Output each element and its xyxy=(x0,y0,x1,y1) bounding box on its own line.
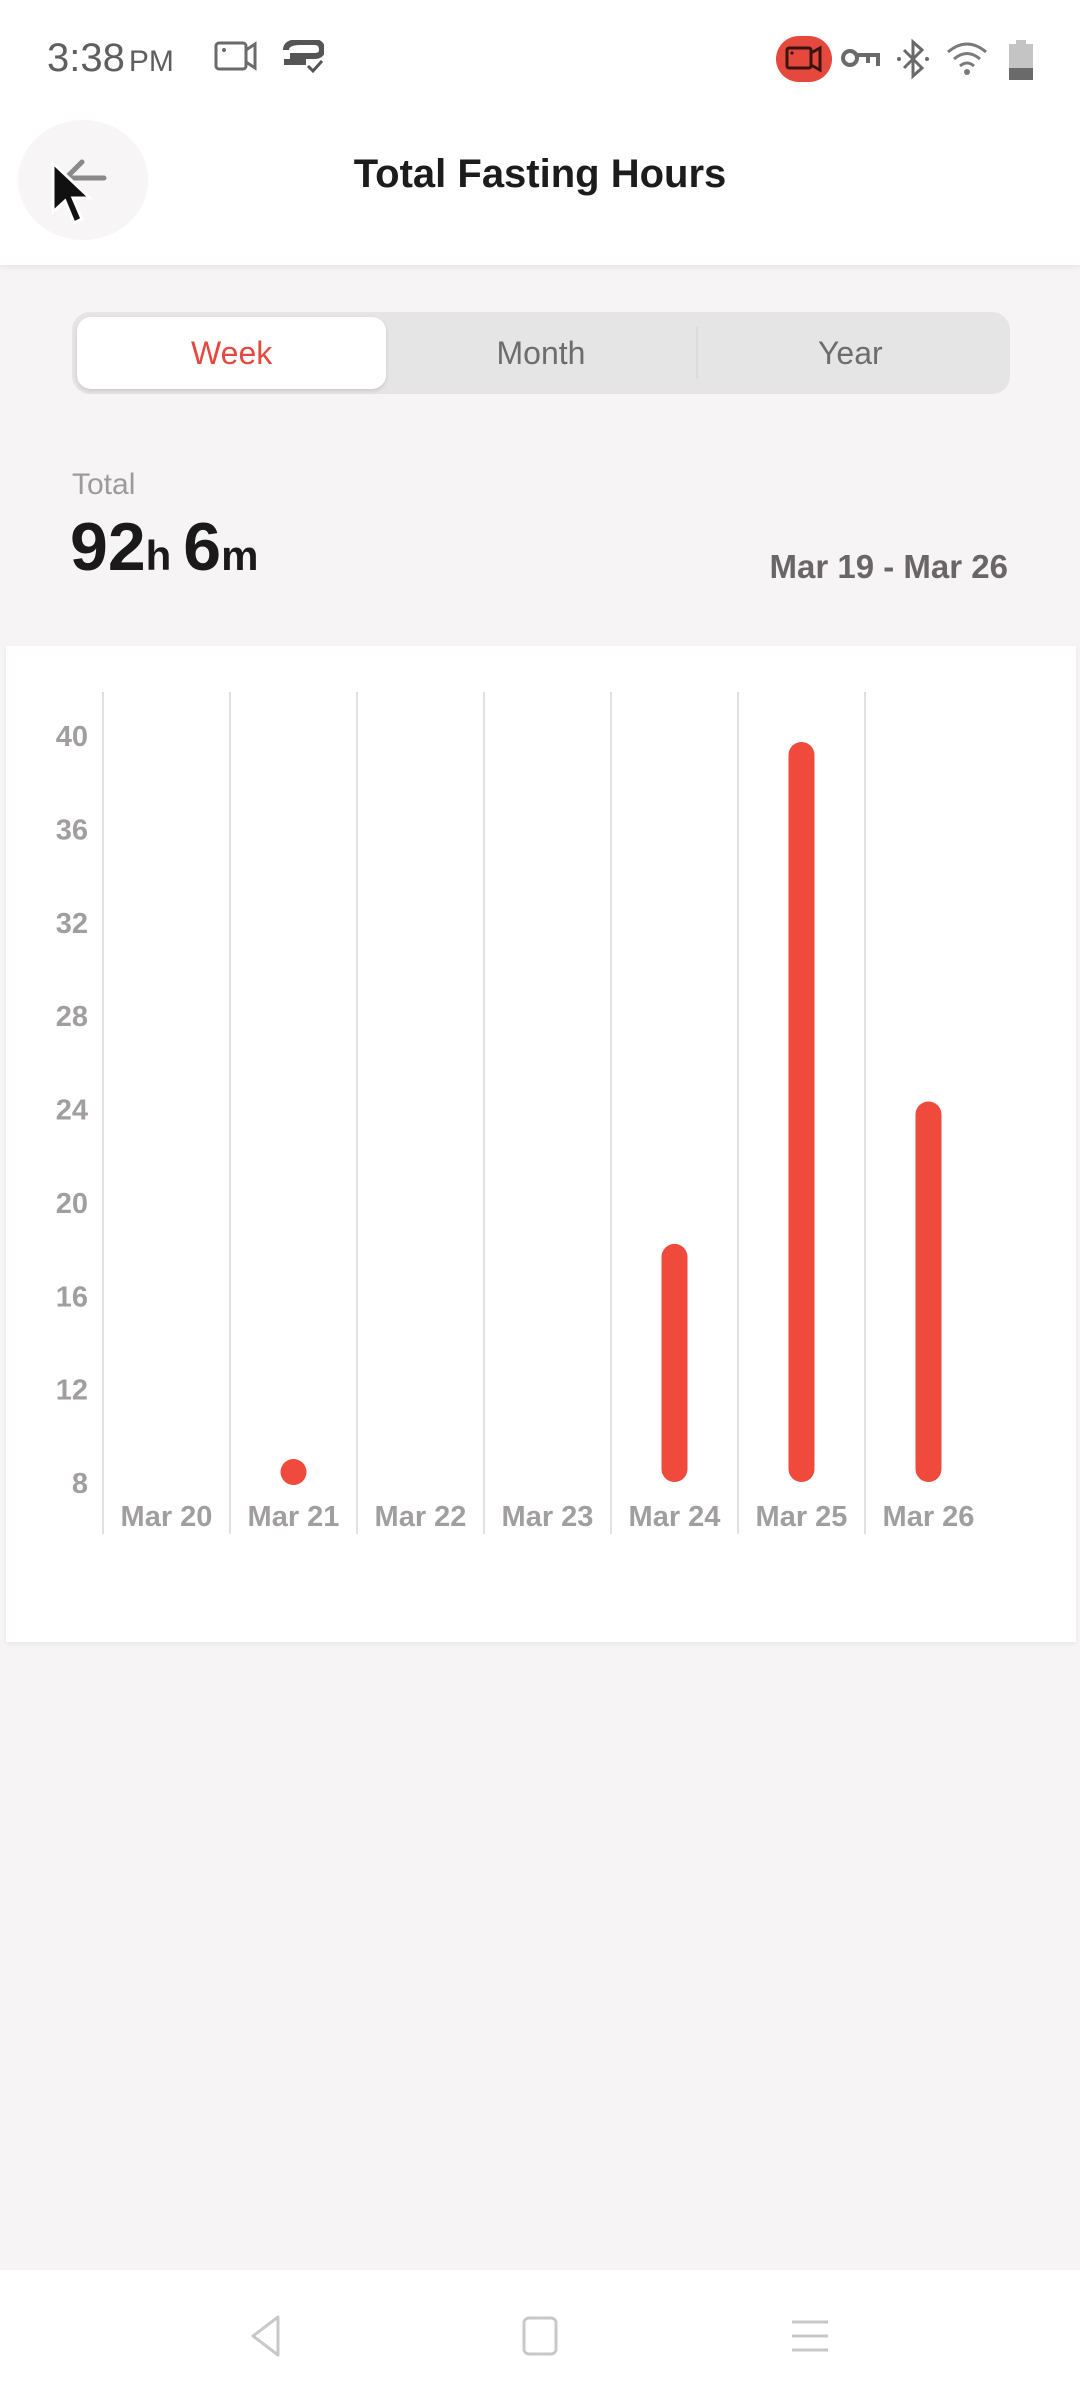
mouse-cursor-icon xyxy=(50,159,96,235)
fasting-hours-chart: 40 36 32 28 24 20 16 12 8 Mar 20 Mar 21 Mar 22 Mar 2… xyxy=(56,692,975,1534)
y-tick-label: 28 xyxy=(56,1001,88,1033)
y-tick-label: 12 xyxy=(56,1375,88,1407)
tab-week[interactable]: Week xyxy=(77,317,387,389)
app-header: Total Fasting Hours xyxy=(0,120,1080,265)
wifi-icon xyxy=(946,40,988,81)
home-square-icon xyxy=(522,2316,558,2361)
nav-menu-button[interactable] xyxy=(780,2308,840,2368)
total-hours: 92 xyxy=(70,509,146,585)
bar-mar-21 xyxy=(280,1459,307,1485)
total-minutes: 6 xyxy=(183,509,222,585)
recording-active-icon xyxy=(776,36,832,87)
total-label: Total xyxy=(72,468,136,501)
clock: 3:38 xyxy=(47,36,125,80)
tab-year[interactable]: Year xyxy=(695,317,1005,389)
bar-mar-24 xyxy=(661,1243,688,1482)
y-tick-label: 20 xyxy=(56,1188,88,1220)
x-tick-label: Mar 21 xyxy=(248,1501,340,1533)
x-tick-label: Mar 20 xyxy=(121,1501,213,1533)
bar-mar-25 xyxy=(788,742,815,1482)
back-triangle-icon xyxy=(248,2314,284,2363)
vpn-key-icon xyxy=(840,46,880,75)
y-tick-label: 16 xyxy=(56,1281,88,1313)
status-time: 3:38 PM xyxy=(47,36,174,81)
status-bar: 3:38 PM xyxy=(0,0,1080,120)
screen-record-icon xyxy=(214,40,258,77)
x-tick-label: Mar 23 xyxy=(502,1501,594,1533)
hours-unit: h xyxy=(145,532,172,579)
system-nav-bar xyxy=(0,2270,1080,2400)
page-title: Total Fasting Hours xyxy=(353,152,727,196)
clock-ampm: PM xyxy=(128,45,174,78)
bluetooth-icon xyxy=(896,38,930,85)
vpn-app-icon xyxy=(280,39,326,81)
battery-icon xyxy=(1008,40,1034,85)
minutes-unit: m xyxy=(221,532,259,579)
x-tick-label: Mar 22 xyxy=(375,1501,467,1533)
menu-lines-icon xyxy=(790,2316,830,2361)
date-range: Mar 19 - Mar 26 xyxy=(769,548,1008,585)
nav-home-button[interactable] xyxy=(510,2308,570,2368)
period-tabs: Week Month Year xyxy=(72,312,1010,394)
chart-card: 40 36 32 28 24 20 16 12 8 Mar 20 Mar 21 Mar 22 Mar 2… xyxy=(6,646,1076,1642)
bar-mar-26 xyxy=(915,1101,942,1482)
x-tick-label: Mar 25 xyxy=(756,1501,848,1533)
y-tick-label: 40 xyxy=(56,721,88,753)
tab-month[interactable]: Month xyxy=(386,317,695,389)
x-tick-label: Mar 24 xyxy=(629,1501,721,1533)
y-tick-label: 36 xyxy=(56,814,88,846)
y-tick-label: 24 xyxy=(56,1095,88,1127)
x-tick-label: Mar 26 xyxy=(883,1501,975,1533)
y-tick-label: 32 xyxy=(56,908,88,940)
y-tick-label: 8 xyxy=(72,1468,88,1500)
nav-back-button[interactable] xyxy=(236,2308,296,2368)
total-value: 92h 6m xyxy=(70,508,270,586)
